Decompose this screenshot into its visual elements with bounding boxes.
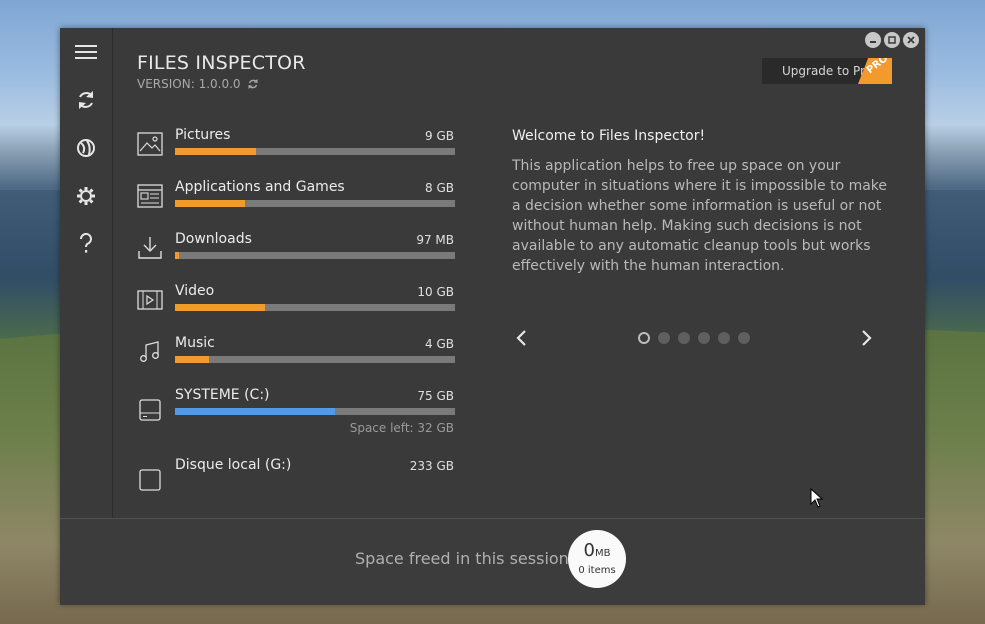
sidebar (60, 28, 113, 518)
globe-button[interactable] (72, 134, 100, 162)
maximize-icon (888, 36, 896, 44)
storage-progress-bar (175, 148, 455, 155)
storage-item-name: Music (175, 335, 215, 351)
apps-games-icon (137, 184, 163, 208)
session-footer: Space freed in this session: 0MB 0 items (60, 518, 925, 605)
help-button[interactable] (72, 230, 100, 258)
app-version-row: VERSION: 1.0.0.0 (137, 77, 259, 91)
storage-item-name: Pictures (175, 127, 231, 143)
storage-item-size: 97 MB (416, 233, 454, 247)
storage-item-drive-c[interactable]: SYSTEME (C:) 75 GB Space left: 32 GB (136, 384, 456, 440)
carousel-dot[interactable] (658, 332, 670, 344)
close-icon (907, 36, 915, 44)
minimize-icon (870, 41, 876, 43)
chevron-right-icon (862, 330, 872, 346)
carousel-dot[interactable] (678, 332, 690, 344)
gear-icon (77, 187, 95, 205)
freed-unit: MB (594, 548, 611, 559)
app-window: FILES INSPECTOR VERSION: 1.0.0.0 Upgrade… (60, 28, 925, 605)
welcome-title: Welcome to Files Inspector! (512, 128, 706, 144)
storage-item-name: Applications and Games (175, 179, 345, 195)
storage-progress-bar (175, 356, 455, 363)
carousel-dot[interactable] (638, 332, 650, 344)
carousel-prev-button[interactable] (514, 328, 530, 348)
drive-icon (139, 399, 161, 421)
storage-progress-bar (175, 304, 455, 311)
globe-icon (77, 139, 95, 157)
storage-progress-fill (175, 200, 245, 207)
check-update-icon[interactable] (247, 78, 259, 90)
space-freed-label: Space freed in this session: (355, 549, 575, 568)
storage-item-size: 75 GB (417, 389, 454, 403)
storage-item-size: 9 GB (425, 129, 454, 143)
freed-number: 0 (583, 540, 595, 561)
storage-item-name: Video (175, 283, 215, 299)
space-freed-badge: 0MB 0 items (568, 530, 626, 588)
storage-progress-fill (175, 148, 257, 155)
storage-progress-bar (175, 252, 455, 259)
drive-icon (139, 469, 161, 491)
help-icon (79, 232, 92, 253)
storage-item-applications[interactable]: Applications and Games 8 GB (136, 176, 456, 222)
window-controls (865, 32, 919, 48)
storage-item-video[interactable]: Video 10 GB (136, 280, 456, 326)
storage-item-name: Disque local (G:) (175, 457, 292, 473)
storage-item-drive-g[interactable]: Disque local (G:) 233 GB (136, 454, 456, 504)
refresh-icon (79, 91, 93, 109)
upgrade-label: Upgrade to Pro (782, 64, 873, 78)
storage-progress-bar (175, 200, 455, 207)
maximize-button[interactable] (884, 32, 900, 48)
storage-item-size: 233 GB (409, 459, 454, 473)
space-left-text: Space left: 32 GB (349, 421, 454, 435)
upgrade-to-pro-button[interactable]: Upgrade to Pro PRO (762, 58, 892, 84)
music-icon (140, 341, 159, 362)
storage-item-music[interactable]: Music 4 GB (136, 332, 456, 378)
welcome-body: This application helps to free up space … (512, 158, 888, 274)
close-button[interactable] (903, 32, 919, 48)
storage-progress-bar (175, 408, 455, 415)
mouse-cursor-icon (810, 488, 824, 508)
storage-progress-fill (175, 408, 335, 415)
storage-item-size: 8 GB (425, 181, 454, 195)
carousel-dots (638, 332, 750, 344)
refresh-button[interactable] (72, 86, 100, 114)
chevron-left-icon (516, 330, 526, 346)
storage-item-name: SYSTEME (C:) (175, 387, 270, 403)
minimize-button[interactable] (865, 32, 881, 48)
storage-progress-fill (175, 252, 180, 259)
app-version: VERSION: 1.0.0.0 (137, 77, 241, 91)
storage-item-size: 4 GB (425, 337, 454, 351)
storage-item-size: 10 GB (417, 285, 454, 299)
carousel-dot[interactable] (718, 332, 730, 344)
carousel-next-button[interactable] (858, 328, 874, 348)
freed-items: 0 items (578, 565, 616, 576)
storage-item-downloads[interactable]: Downloads 97 MB (136, 228, 456, 274)
storage-progress-fill (175, 304, 265, 311)
carousel-dot[interactable] (698, 332, 710, 344)
carousel-dot[interactable] (738, 332, 750, 344)
menu-icon (75, 45, 97, 59)
storage-progress-fill (175, 356, 209, 363)
menu-button[interactable] (72, 38, 100, 66)
downloads-icon (138, 237, 162, 259)
storage-item-pictures[interactable]: Pictures 9 GB (136, 124, 456, 170)
storage-item-name: Downloads (175, 231, 252, 247)
settings-button[interactable] (72, 182, 100, 210)
app-title: FILES INSPECTOR (137, 52, 306, 74)
pictures-icon (137, 132, 163, 156)
space-freed-value: 0MB (584, 542, 611, 563)
video-icon (137, 290, 163, 310)
